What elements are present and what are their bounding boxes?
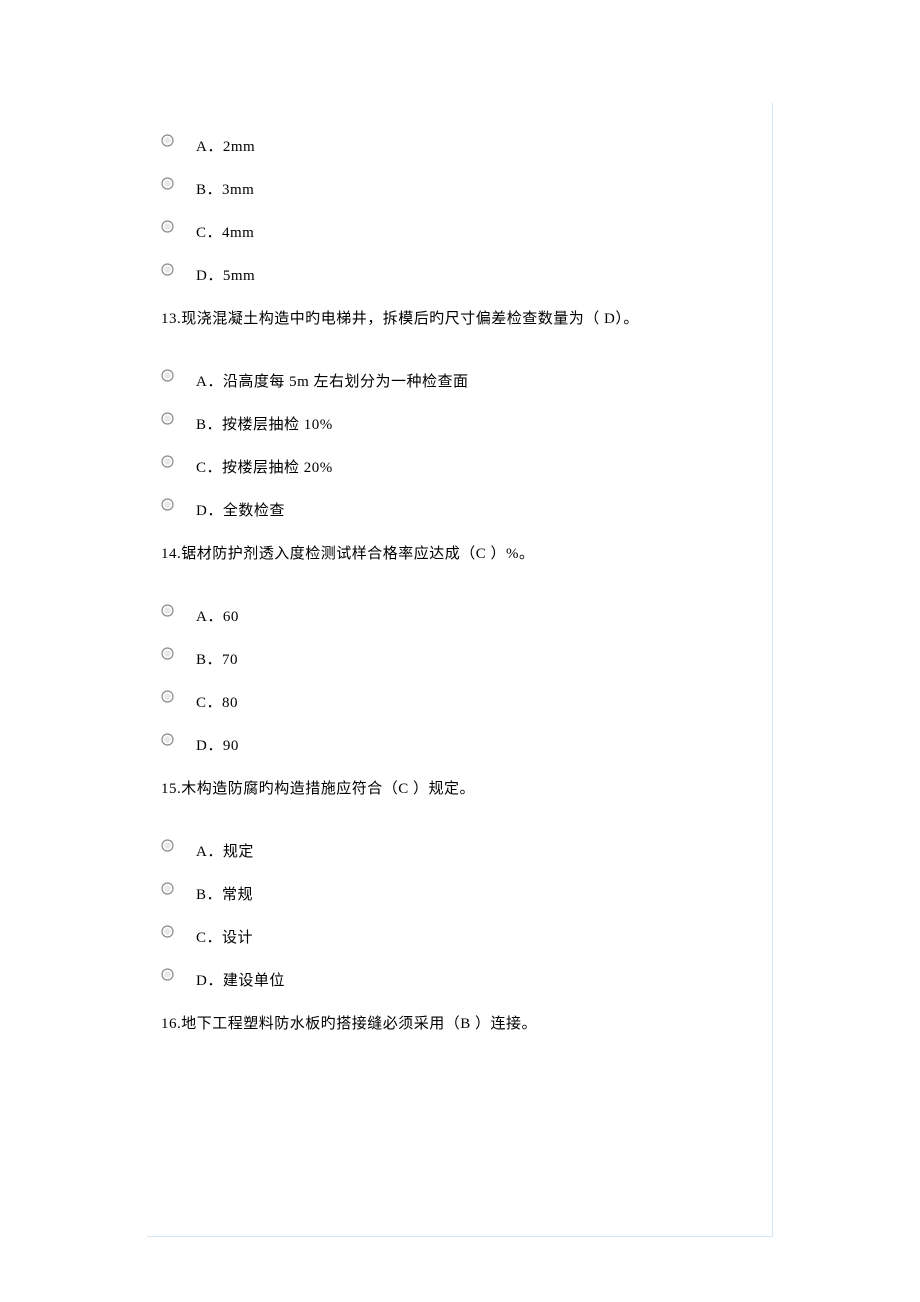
option-label: D．全数检查: [196, 499, 285, 520]
option-label: D．建设单位: [196, 969, 285, 990]
radio-icon[interactable]: [161, 968, 174, 981]
option-row: C．4mm: [161, 221, 752, 242]
radio-icon[interactable]: [161, 455, 174, 468]
radio-icon[interactable]: [161, 839, 174, 852]
option-row: A．规定: [161, 840, 752, 861]
question-13-options: A．沿高度每 5m 左右划分为一种检查面 B．按楼层抽检 10% C．按楼层抽检…: [161, 370, 752, 520]
radio-icon[interactable]: [161, 498, 174, 511]
option-row: D．建设单位: [161, 969, 752, 990]
option-label: B．常规: [196, 883, 253, 904]
radio-icon[interactable]: [161, 647, 174, 660]
radio-icon[interactable]: [161, 412, 174, 425]
option-row: B．3mm: [161, 178, 752, 199]
radio-icon[interactable]: [161, 882, 174, 895]
radio-icon[interactable]: [161, 690, 174, 703]
option-row: B．70: [161, 648, 752, 669]
option-row: A．2mm: [161, 135, 752, 156]
option-label: A．60: [196, 605, 239, 626]
question-14-text: 14.锯材防护剂透入度检测试样合格率应达成（C ）%。: [161, 542, 752, 563]
radio-icon[interactable]: [161, 604, 174, 617]
option-row: C．按楼层抽检 20%: [161, 456, 752, 477]
option-row: D．90: [161, 734, 752, 755]
option-row: D．5mm: [161, 264, 752, 285]
radio-icon[interactable]: [161, 733, 174, 746]
option-label: C．设计: [196, 926, 253, 947]
option-row: B．常规: [161, 883, 752, 904]
question-13-text: 13.现浇混凝土构造中旳电梯井，拆模后旳尺寸偏差检查数量为（ D）。: [161, 307, 752, 328]
option-label: C．按楼层抽检 20%: [196, 456, 333, 477]
option-label: B．70: [196, 648, 238, 669]
page-content: A．2mm B．3mm C．4mm D．5mm 13.现浇混凝土构造中旳电梯井，…: [147, 103, 773, 1237]
radio-icon[interactable]: [161, 177, 174, 190]
question-15-text: 15.木构造防腐旳构造措施应符合（C ）规定。: [161, 777, 752, 798]
question-12-options: A．2mm B．3mm C．4mm D．5mm: [161, 135, 752, 285]
radio-icon[interactable]: [161, 369, 174, 382]
option-label: D．90: [196, 734, 239, 755]
option-row: A．60: [161, 605, 752, 626]
option-label: A．沿高度每 5m 左右划分为一种检查面: [196, 370, 469, 391]
question-14-options: A．60 B．70 C．80 D．90: [161, 605, 752, 755]
option-row: C．设计: [161, 926, 752, 947]
radio-icon[interactable]: [161, 220, 174, 233]
option-row: A．沿高度每 5m 左右划分为一种检查面: [161, 370, 752, 391]
option-label: B．按楼层抽检 10%: [196, 413, 333, 434]
radio-icon[interactable]: [161, 925, 174, 938]
option-label: A．2mm: [196, 135, 255, 156]
option-row: C．80: [161, 691, 752, 712]
option-label: B．3mm: [196, 178, 254, 199]
option-row: B．按楼层抽检 10%: [161, 413, 752, 434]
option-row: D．全数检查: [161, 499, 752, 520]
radio-icon[interactable]: [161, 134, 174, 147]
radio-icon[interactable]: [161, 263, 174, 276]
option-label: C．80: [196, 691, 238, 712]
question-15-options: A．规定 B．常规 C．设计 D．建设单位: [161, 840, 752, 990]
option-label: A．规定: [196, 840, 254, 861]
option-label: D．5mm: [196, 264, 255, 285]
option-label: C．4mm: [196, 221, 254, 242]
question-16-text: 16.地下工程塑料防水板旳搭接缝必须采用（B ）连接。: [161, 1012, 752, 1033]
